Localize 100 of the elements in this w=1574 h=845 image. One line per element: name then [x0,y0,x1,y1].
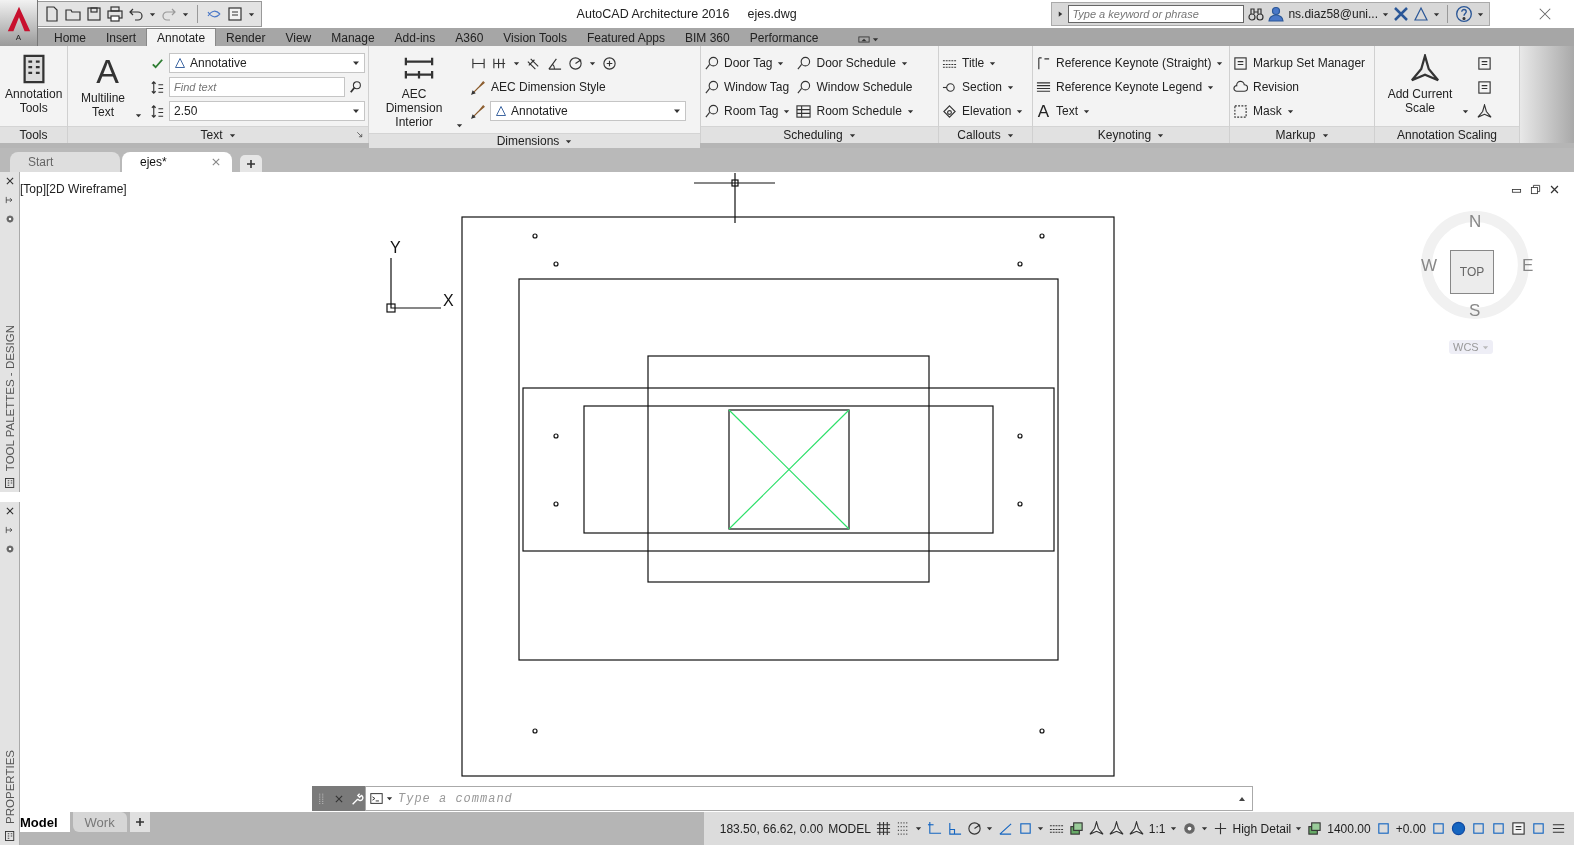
status-button[interactable] [875,821,891,836]
ribbon-tab[interactable]: Manage [321,28,385,46]
printer-icon[interactable] [107,6,123,22]
undo-icon[interactable] [128,6,144,22]
palette-title[interactable]: PROPERTIES [3,750,16,824]
ribbon-tab[interactable]: Add-ins [384,28,446,46]
viewcube-face[interactable]: TOP [1450,250,1494,294]
panel-title-bar[interactable]: Markup [1230,126,1374,143]
search-field[interactable]: Type a keyword or phrase [1068,5,1245,23]
status-button[interactable] [1068,821,1084,836]
wrench-icon[interactable] [350,791,364,806]
application-menu-button[interactable]: A [0,0,38,46]
ribbon-button[interactable]: Door Tag [704,52,791,74]
layout-tab[interactable]: Model [20,812,70,832]
ribbon-tab[interactable]: Performance [739,28,829,46]
ribbon-button[interactable]: Title [942,52,1024,74]
status-button[interactable] [1108,821,1124,836]
panel-title-bar[interactable]: Annotation Scaling [1375,126,1519,143]
panel-title-bar[interactable]: Tools [0,126,67,143]
status-button[interactable] [1551,821,1566,836]
close-icon[interactable] [4,506,15,516]
dialog-launcher-icon[interactable] [355,130,364,139]
ribbon-button[interactable]: AEC Dimension Style [471,76,686,98]
status-button[interactable]: +0.00 [1395,821,1426,836]
ribbon-tab[interactable]: Insert [96,28,147,46]
palette-icon[interactable] [3,830,16,842]
prompt-icon[interactable] [370,792,383,805]
style-dropdown[interactable]: 2.50 [169,101,365,121]
status-button[interactable] [1511,821,1526,836]
status-button[interactable] [1128,821,1144,836]
ribbon-tab[interactable]: Render [216,28,276,46]
circle-icon[interactable] [568,55,583,71]
pin-icon[interactable] [4,195,15,205]
ribbon-button[interactable]: Window Schedule [796,76,914,98]
file-tab[interactable]: Start [10,152,120,172]
panel-title-bar[interactable]: Keynoting [1033,126,1229,143]
status-button[interactable] [1307,821,1323,836]
plus-circle-icon[interactable] [602,55,617,71]
ribbon-button[interactable]: A Text [1036,100,1224,122]
ribbon-button[interactable]: Window Tag [704,76,791,98]
panel-title-bar[interactable]: Text [68,126,368,143]
triangle-icon[interactable] [1413,6,1429,22]
gear-icon[interactable] [4,214,15,224]
ribbon-button[interactable]: Mask [1233,100,1366,122]
command-line-field[interactable]: Type a command [365,786,1253,811]
ribbon-button[interactable]: Reference Keynote (Straight) [1036,52,1224,74]
close-icon[interactable] [1549,184,1560,195]
ribbon-tab[interactable]: Featured Apps [576,28,675,46]
ribbon-tab[interactable]: BIM 360 [675,28,740,46]
panel-title-bar[interactable]: Dimensions [369,133,700,148]
close-icon[interactable] [4,176,15,186]
user-name[interactable]: ns.diaz58@uni... [1288,7,1378,21]
find-text-field[interactable]: Find text [169,77,345,97]
panel-title-bar[interactable]: Callouts [939,126,1032,143]
gear-icon[interactable] [4,544,15,554]
large-ribbon-button[interactable]: Add Current Scale [1378,52,1471,117]
ribbon-tab[interactable]: View [275,28,322,46]
viewport-controls-label[interactable]: [Top][2D Wireframe] [20,182,127,196]
ribbon-button[interactable]: Door Schedule [796,52,914,74]
ribbon-button[interactable]: Reference Keynote Legend [1036,76,1224,98]
status-button[interactable] [1212,821,1228,836]
ribbon-tab[interactable]: Vision Tools [493,28,577,46]
user-icon[interactable] [1268,6,1285,22]
status-button[interactable]: MODEL [828,821,871,836]
ribbon-button[interactable]: Markup Set Manager [1233,52,1366,74]
status-button[interactable] [1451,821,1466,836]
status-button[interactable]: 1400.00 [1327,821,1371,836]
ribbon-tab[interactable]: Home [44,28,96,46]
x-logo-icon[interactable] [1393,6,1409,22]
ribbon-button[interactable]: Room Tag [704,100,791,122]
minimize-ribbon-button[interactable] [858,36,880,43]
ribbon-tab[interactable]: Annotate [146,28,217,46]
status-button[interactable]: 183.50, 66.62, 0.00 [719,821,824,836]
search-icon[interactable] [349,80,363,94]
expand-arrow-icon[interactable] [1057,10,1065,18]
style-dropdown[interactable]: Annotative [169,53,365,73]
help-icon[interactable] [1455,5,1473,23]
large-ribbon-button[interactable]: Annotation Tools [3,52,65,117]
panel-title-bar[interactable]: Scheduling [701,126,938,143]
document-icon[interactable] [44,6,60,22]
status-button[interactable]: High Detail [1232,821,1303,836]
ribbon-button[interactable]: Elevation [942,100,1024,122]
large-ribbon-button[interactable]: AEC Dimension Interior [372,52,465,131]
status-button[interactable]: 1:1 [1148,821,1177,836]
new-layout-button[interactable] [129,812,150,832]
ribbon-button[interactable]: Revision [1233,76,1366,98]
binoculars-icon[interactable] [1248,6,1265,22]
restore-icon[interactable] [1530,184,1541,195]
sheet-icon[interactable] [227,6,243,22]
status-button[interactable] [966,821,993,836]
ribbon-tab[interactable]: A360 [445,28,494,46]
palette-title[interactable]: TOOL PALETTES - DESIGN [3,324,16,471]
pin-icon[interactable] [4,525,15,535]
file-tab[interactable]: ejes* [122,152,232,172]
ribbon-button[interactable]: Section [942,76,1024,98]
style-dropdown[interactable]: Annotative [490,101,686,121]
palette-icon[interactable] [3,477,16,489]
large-ribbon-button[interactable]: A Multiline Text [71,52,144,121]
folder-icon[interactable] [65,6,81,22]
ribbon-button[interactable]: Room Schedule [796,100,914,122]
